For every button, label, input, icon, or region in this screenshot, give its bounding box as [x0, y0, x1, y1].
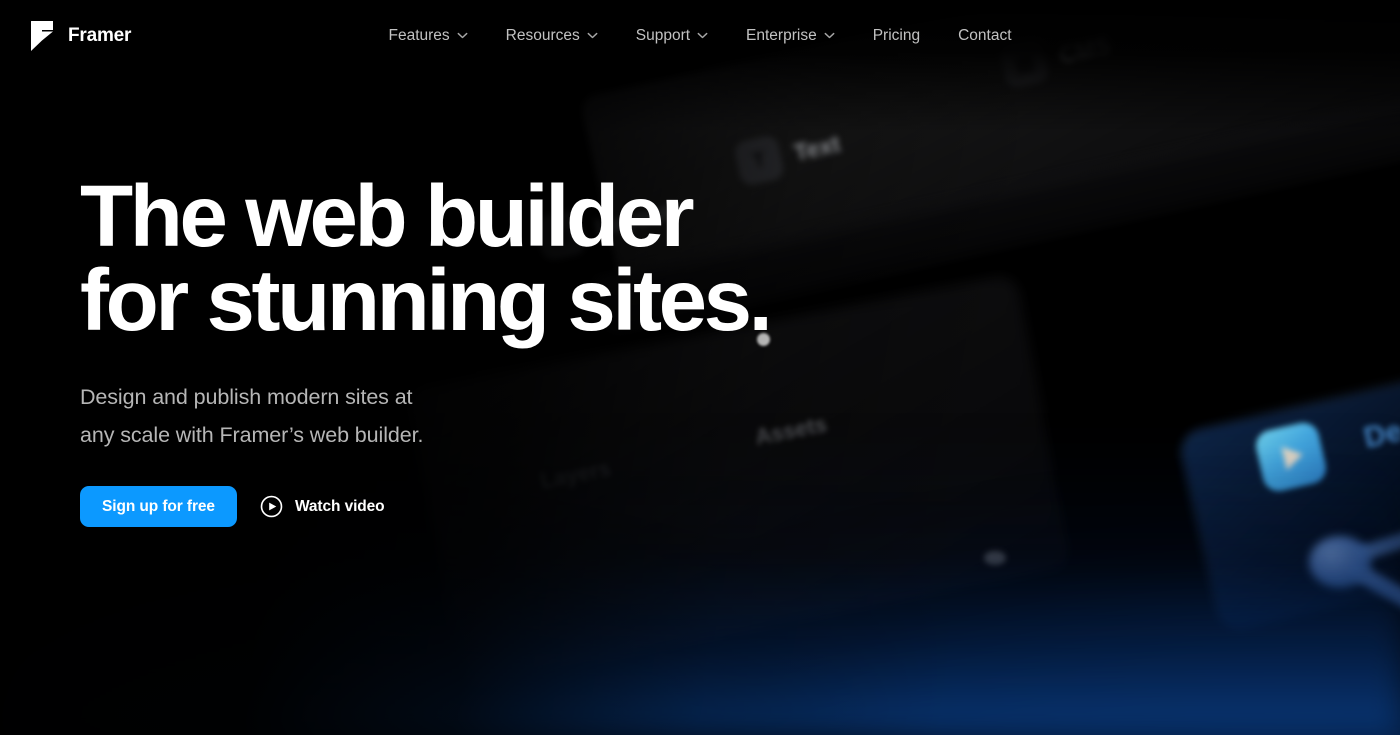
play-circle-icon — [260, 496, 283, 518]
headline-line-2: for stunning sites. — [80, 252, 773, 350]
background-highlight-dot-2 — [984, 551, 1006, 565]
nav-item-support[interactable]: Support — [617, 19, 727, 53]
subheadline-line-1: Design and publish modern sites at — [80, 384, 413, 409]
background-node-arm — [1347, 561, 1400, 636]
nav-item-enterprise-label: Enterprise — [746, 26, 817, 44]
chevron-down-icon — [587, 32, 598, 39]
background-node-ball — [1309, 536, 1371, 588]
subheadline-line-2: any scale with Framer’s web builder. — [80, 423, 424, 448]
chevron-down-icon — [457, 32, 468, 39]
hero-subheadline: Design and publish modern sites at any s… — [80, 378, 550, 455]
main-navigation: Features Resources Support Enterprise Pr… — [0, 19, 1400, 53]
nav-item-support-label: Support — [635, 26, 691, 44]
framer-logo-icon — [31, 20, 53, 51]
chevron-down-icon — [697, 32, 708, 39]
hero-section: The web builder for stunning sites. Desi… — [0, 71, 1400, 528]
nav-item-contact-label: Contact — [958, 26, 1012, 44]
nav-item-features[interactable]: Features — [369, 19, 486, 53]
hero-cta-row: Sign up for free Watch video — [80, 486, 1400, 528]
headline-line-1: The web builder — [80, 168, 695, 265]
brand-logo-link[interactable]: Framer — [28, 20, 132, 51]
watch-video-button[interactable]: Watch video — [260, 495, 385, 518]
nav-item-enterprise[interactable]: Enterprise — [727, 19, 854, 53]
chevron-down-icon — [824, 32, 835, 39]
nav-item-pricing-label: Pricing — [872, 26, 921, 44]
nav-item-pricing[interactable]: Pricing — [854, 19, 939, 53]
nav-item-resources[interactable]: Resources — [487, 19, 617, 53]
page-title: The web builder for stunning sites. — [80, 173, 880, 350]
framer-landing-page: ▤ Layout T Text ▤ CMS ▣ Assets Assets La… — [0, 0, 1400, 735]
site-header: Framer Features Resources Support Enterp… — [0, 0, 1400, 71]
watch-video-label: Watch video — [294, 497, 385, 515]
nav-item-features-label: Features — [388, 26, 450, 44]
nav-item-contact[interactable]: Contact — [939, 19, 1030, 53]
sign-up-for-free-button[interactable]: Sign up for free — [80, 486, 237, 528]
nav-item-resources-label: Resources — [505, 26, 580, 44]
brand-name: Framer — [68, 24, 132, 46]
